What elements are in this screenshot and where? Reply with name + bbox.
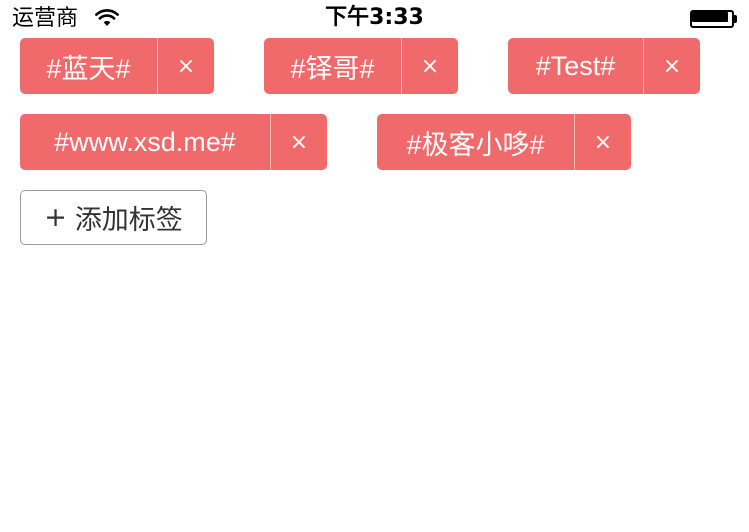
tag-label[interactable]: #www.xsd.me# [20,114,271,170]
add-tag-label: 添加标签 [74,205,183,236]
tag-label[interactable]: #极客小哆# [377,114,575,170]
tag-label[interactable]: #铎哥# [264,38,402,94]
tag-remove-button[interactable]: × [644,38,700,94]
tag-label[interactable]: #Test# [508,38,644,94]
battery-icon [690,10,737,28]
status-time: 下午3:33 [325,5,424,30]
tag-remove-button[interactable]: × [575,114,631,170]
plus-icon: + [44,202,67,233]
tag-chip: #蓝天# × [20,38,214,94]
tag-remove-button[interactable]: × [402,38,458,94]
tag-chip: #极客小哆# × [377,114,631,170]
tag-chip: #www.xsd.me# × [20,114,327,170]
tag-remove-button[interactable]: × [271,114,327,170]
tag-chip: #Test# × [508,38,700,94]
tag-remove-button[interactable]: × [158,38,214,94]
tag-label[interactable]: #蓝天# [20,38,158,94]
add-tag-button[interactable]: + 添加标签 [20,190,207,245]
tag-chip: #铎哥# × [264,38,458,94]
status-bar: 运营商 下午3:33 [0,0,749,38]
